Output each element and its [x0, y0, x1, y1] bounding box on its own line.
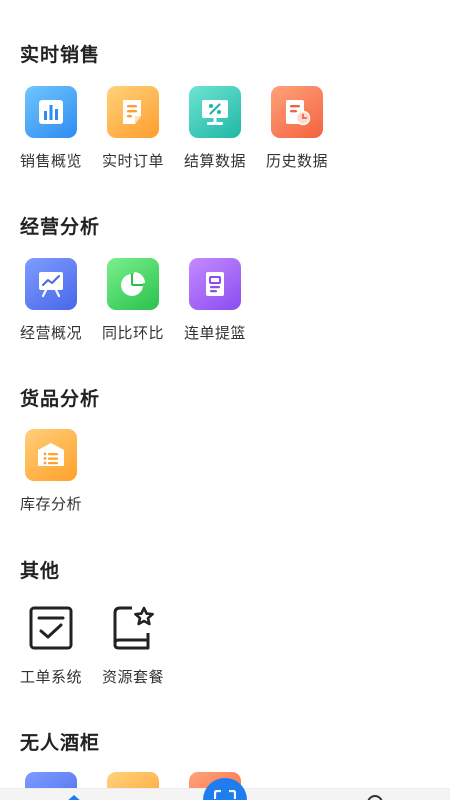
- dashboard-page: 实时销售 销售概览 实时订单 结算数据 历史数据 经营分析 经营概况 同比环比 …: [0, 0, 450, 800]
- menu-item-label: 资源套餐: [101, 668, 164, 686]
- menu-item-yoy-mom[interactable]: 同比环比: [97, 258, 169, 354]
- menu-item-business-overview[interactable]: 经营概况: [15, 258, 87, 354]
- home-tab-icon[interactable]: [64, 794, 84, 800]
- menu-item-inventory-analysis[interactable]: 库存分析: [15, 429, 87, 525]
- section-title-unmanned-wine-cabinet: 无人酒柜: [20, 732, 101, 754]
- menu-item-label: 库存分析: [19, 495, 82, 513]
- menu-item-settlement-data[interactable]: 结算数据: [179, 86, 251, 182]
- menu-item-label: 同比环比: [101, 324, 164, 342]
- profile-tab-icon[interactable]: [366, 793, 384, 800]
- trend-board-icon: [25, 258, 77, 310]
- resource-book-star-icon: [107, 602, 159, 654]
- menu-item-connected-orders[interactable]: 连单提篮: [179, 258, 251, 354]
- menu-item-realtime-orders[interactable]: 实时订单: [97, 86, 169, 182]
- menu-item-work-order-system[interactable]: 工单系统: [15, 602, 87, 698]
- connected-order-icon: [189, 258, 241, 310]
- checklist-icon: [25, 602, 77, 654]
- menu-item-label: 实时订单: [101, 152, 164, 170]
- menu-item-label: 结算数据: [183, 152, 246, 170]
- bar-chart-icon: [25, 86, 77, 138]
- menu-item-sales-overview[interactable]: 销售概览: [15, 86, 87, 182]
- order-document-icon: [107, 86, 159, 138]
- menu-item-label: 经营概况: [19, 324, 82, 342]
- section-title-realtime-sales: 实时销售: [20, 44, 101, 66]
- inventory-list-icon: [25, 429, 77, 481]
- section-title-other: 其他: [20, 560, 61, 582]
- section-title-goods-analysis: 货品分析: [20, 388, 101, 410]
- scan-icon: [214, 790, 236, 799]
- pie-chart-icon: [107, 258, 159, 310]
- menu-item-label: 销售概览: [19, 152, 82, 170]
- menu-item-label: 连单提篮: [183, 324, 246, 342]
- menu-item-label: 历史数据: [265, 152, 328, 170]
- menu-item-history-data[interactable]: 历史数据: [261, 86, 333, 182]
- settlement-percent-icon: [189, 86, 241, 138]
- history-clock-document-icon: [271, 86, 323, 138]
- section-title-business-analysis: 经营分析: [20, 216, 101, 238]
- menu-item-label: 工单系统: [19, 668, 82, 686]
- menu-item-resource-package[interactable]: 资源套餐: [97, 602, 169, 698]
